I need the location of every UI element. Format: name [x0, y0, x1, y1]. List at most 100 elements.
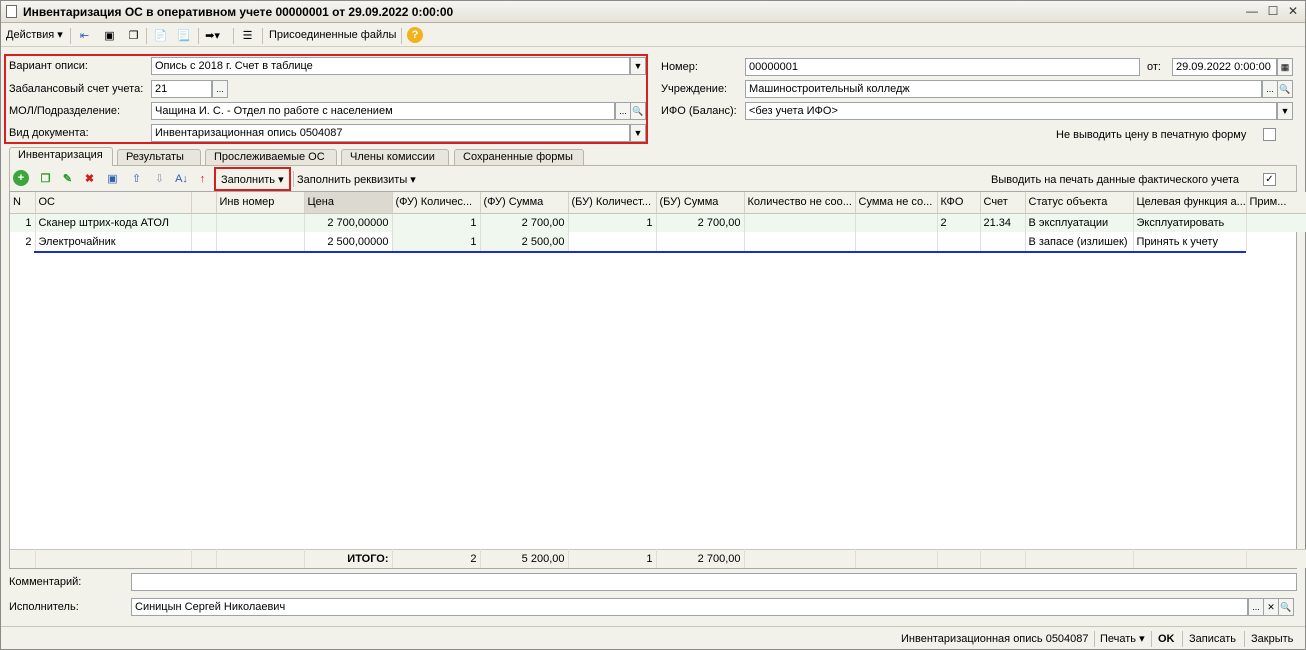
- table-row[interactable]: 2 Электрочайник 2 500,00000 1 2 500,00 В…: [10, 232, 1306, 251]
- noprice-checkbox[interactable]: [1263, 128, 1276, 141]
- col-note[interactable]: Прим...: [1246, 192, 1306, 214]
- col-price[interactable]: Цена: [304, 192, 393, 214]
- date-field[interactable]: 29.09.2022 0:00:00: [1172, 58, 1277, 76]
- tab-commission[interactable]: Члены комиссии: [341, 149, 449, 166]
- executor-label: Исполнитель:: [9, 601, 79, 613]
- move-down-icon[interactable]: ⇩: [151, 170, 168, 187]
- doc-journal-icon[interactable]: 📃: [175, 27, 192, 44]
- col-blank[interactable]: [191, 192, 217, 214]
- search-icon[interactable]: 🔍: [1278, 598, 1294, 616]
- ifo-label: ИФО (Баланс):: [661, 105, 737, 117]
- total-bu-sum: 2 700,00: [656, 548, 745, 568]
- print-form-button[interactable]: Инвентаризационная опись 0504087: [901, 631, 1089, 647]
- row-underline: [34, 251, 1246, 253]
- ifo-select[interactable]: <без учета ИФО>: [745, 102, 1277, 120]
- col-kfo[interactable]: КФО: [937, 192, 981, 214]
- title-bar: Инвентаризация ОС в оперативном учете 00…: [1, 1, 1305, 23]
- command-bar: Инвентаризационная опись 0504087 Печать …: [1, 626, 1305, 650]
- help-icon[interactable]: ?: [407, 27, 423, 43]
- col-bu-sum[interactable]: (БУ) Сумма: [656, 192, 745, 214]
- cell-blank: [191, 232, 217, 251]
- list-icon[interactable]: ☰: [239, 27, 256, 44]
- table-header: N ОС Инв номер Цена (ФУ) Количес... (ФУ)…: [10, 192, 1306, 214]
- cell-n: 2: [10, 232, 36, 251]
- clear-icon[interactable]: ✕: [1263, 598, 1279, 616]
- tab-results[interactable]: Результаты: [117, 149, 201, 166]
- cell-bu-qty: [568, 232, 657, 251]
- cell-sum-mismatch: [855, 232, 938, 251]
- col-inv[interactable]: Инв номер: [216, 192, 305, 214]
- cell-kfo: 2: [937, 213, 981, 232]
- move-up-icon[interactable]: ⇧: [128, 170, 145, 187]
- cell-target: Эксплуатировать: [1133, 213, 1247, 232]
- cell-status: В эксплуатации: [1025, 213, 1134, 232]
- col-os[interactable]: ОС: [35, 192, 192, 214]
- search-icon[interactable]: 🔍: [1277, 80, 1293, 98]
- cell-os: Сканер штрих-кода АТОЛ: [35, 213, 192, 232]
- highlight-frame: [214, 167, 291, 191]
- close-icon[interactable]: ✕: [1285, 4, 1301, 19]
- cell-kfo: [937, 232, 981, 251]
- cell-price: 2 700,00000: [304, 213, 393, 232]
- number-field[interactable]: 00000001: [745, 58, 1140, 76]
- col-status[interactable]: Статус объекта: [1025, 192, 1134, 214]
- cell-qty-mismatch: [744, 232, 856, 251]
- cell-account: [980, 232, 1026, 251]
- tab-inventory[interactable]: Инвентаризация: [9, 147, 113, 166]
- attached-files-button[interactable]: Присоединенные файлы: [269, 27, 396, 44]
- executor-field[interactable]: Синицын Сергей Николаевич: [131, 598, 1248, 616]
- copy-doc-icon[interactable]: ❐: [125, 27, 142, 44]
- tab-tracked[interactable]: Прослеживаемые ОС: [205, 149, 337, 166]
- doc-move-icon[interactable]: 📄: [152, 27, 169, 44]
- cell-note: [1246, 232, 1306, 251]
- tab-saved-forms[interactable]: Сохраненные формы: [454, 149, 584, 166]
- cell-qty-mismatch: [744, 213, 856, 232]
- ellipsis-icon[interactable]: ...: [1262, 80, 1278, 98]
- print-menu[interactable]: Печать ▾: [1100, 631, 1145, 647]
- highlight-frame: [4, 54, 648, 144]
- col-account[interactable]: Счет: [980, 192, 1026, 214]
- noprice-label: Не выводить цену в печатную форму: [1056, 129, 1247, 141]
- inventory-table: N ОС Инв номер Цена (ФУ) Количес... (ФУ)…: [9, 191, 1306, 569]
- edit-icon[interactable]: ✎: [59, 170, 76, 187]
- col-fu-sum[interactable]: (ФУ) Сумма: [480, 192, 569, 214]
- ellipsis-icon[interactable]: ...: [1248, 598, 1264, 616]
- end-edit-icon[interactable]: ▣: [104, 170, 121, 187]
- post-icon[interactable]: ⇤: [76, 27, 93, 44]
- print-actual-label: Выводить на печать данные фактического у…: [991, 174, 1240, 186]
- maximize-icon[interactable]: ☐: [1265, 4, 1281, 19]
- add-row-icon[interactable]: +: [13, 170, 29, 186]
- chevron-down-icon[interactable]: ▼: [1277, 102, 1293, 120]
- sort-desc-icon[interactable]: ↑: [194, 170, 211, 187]
- close-button[interactable]: Закрыть: [1251, 631, 1293, 647]
- col-target[interactable]: Целевая функция а...: [1133, 192, 1247, 214]
- totals-row: ИТОГО: 2 5 200,00 1 2 700,00: [10, 548, 1306, 568]
- fill-requisites-menu[interactable]: Заполнить реквизиты ▾: [297, 172, 416, 189]
- print-actual-checkbox[interactable]: ✓: [1263, 173, 1276, 186]
- totals-label: ИТОГО:: [304, 548, 393, 568]
- save-button[interactable]: Записать: [1189, 631, 1236, 647]
- total-bu-qty: 1: [568, 548, 657, 568]
- fill-req-label: Заполнить реквизиты: [297, 174, 408, 186]
- based-on-icon[interactable]: ➡▾: [204, 27, 221, 44]
- ok-button[interactable]: OK: [1158, 631, 1175, 647]
- org-field[interactable]: Машиностроительный колледж: [745, 80, 1262, 98]
- comment-field[interactable]: [131, 573, 1297, 591]
- total-fu-qty: 2: [392, 548, 481, 568]
- col-n[interactable]: N: [10, 192, 36, 214]
- sort-asc-icon[interactable]: A↓: [173, 170, 190, 187]
- minimize-icon[interactable]: —: [1244, 4, 1260, 19]
- copy-row-icon[interactable]: ❐: [37, 170, 54, 187]
- col-fu-qty[interactable]: (ФУ) Количес...: [392, 192, 481, 214]
- col-qty-mismatch[interactable]: Количество не соо...: [744, 192, 856, 214]
- calendar-icon[interactable]: ▦: [1277, 58, 1293, 76]
- delete-icon[interactable]: ✖: [81, 170, 98, 187]
- col-sum-mismatch[interactable]: Сумма не со...: [855, 192, 938, 214]
- refresh-icon[interactable]: ▣: [101, 27, 118, 44]
- actions-menu[interactable]: Действия ▾: [6, 27, 63, 44]
- cell-fu-sum: 2 500,00: [480, 232, 569, 251]
- table-row[interactable]: 1 Сканер штрих-кода АТОЛ 2 700,00000 1 2…: [10, 213, 1306, 232]
- col-bu-qty[interactable]: (БУ) Количест...: [568, 192, 657, 214]
- cell-sum-mismatch: [855, 213, 938, 232]
- cell-note: [1246, 213, 1306, 232]
